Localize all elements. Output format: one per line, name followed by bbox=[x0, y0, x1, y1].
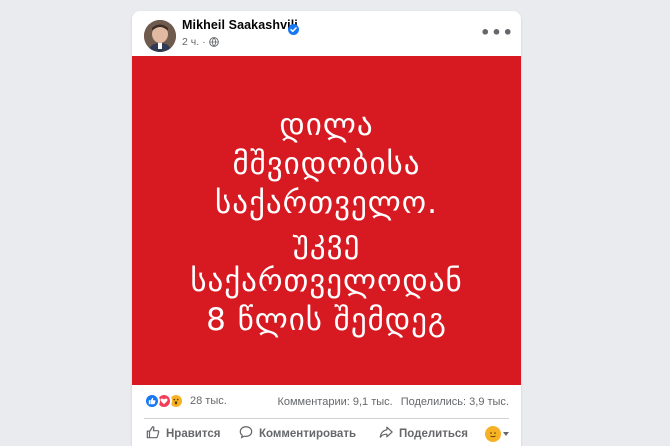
post-text-line: 8 წლის შემდეგ bbox=[206, 301, 447, 338]
post-text-line: უკვე bbox=[292, 223, 361, 260]
post-card: Mikheil Saakashvili 2 ч. · ••• დილა მშვი… bbox=[132, 11, 521, 446]
post-text-line: მშვიდობისა bbox=[232, 145, 421, 182]
thumbs-up-icon bbox=[146, 425, 160, 442]
reactions-count[interactable]: 28 тыс. bbox=[190, 395, 227, 407]
share-label: Поделиться bbox=[399, 427, 469, 440]
post-image[interactable]: დილა მშვიდობისა საქართველო. უკვე საქართვ… bbox=[132, 56, 521, 385]
author-avatar[interactable] bbox=[144, 20, 176, 52]
post-text-line: დილა bbox=[279, 106, 374, 143]
reactions-summary[interactable]: 28 тыс. bbox=[144, 393, 227, 409]
meta-separator: · bbox=[202, 36, 206, 48]
globe-icon bbox=[208, 37, 219, 47]
more-options-icon[interactable]: ••• bbox=[480, 25, 513, 41]
post-meta: 2 ч. · bbox=[182, 36, 219, 48]
post-text-line: საქართველოდან bbox=[190, 262, 463, 299]
chevron-down-icon bbox=[503, 431, 509, 436]
comments-count[interactable]: Комментарии: 9,1 тыс. bbox=[277, 396, 392, 408]
verified-badge-icon bbox=[288, 20, 299, 35]
like-label: Нравится bbox=[166, 427, 221, 440]
shares-count[interactable]: Поделились: 3,9 тыс. bbox=[401, 396, 509, 408]
share-button[interactable]: Поделиться bbox=[379, 421, 468, 446]
emoji-face-icon bbox=[485, 425, 501, 442]
engagement-counts: Комментарии: 9,1 тыс. Поделились: 3,9 ты… bbox=[277, 396, 509, 408]
post-actions: Нравится Комментировать Поделиться bbox=[144, 421, 509, 446]
like-button[interactable]: Нравится bbox=[146, 421, 220, 446]
post-time[interactable]: 2 ч. bbox=[182, 36, 199, 48]
share-icon bbox=[379, 425, 393, 442]
comment-icon bbox=[239, 425, 253, 442]
post-text-line: საქართველო. bbox=[215, 184, 438, 221]
like-reaction-icon bbox=[144, 393, 160, 409]
comment-button[interactable]: Комментировать bbox=[239, 421, 356, 446]
comment-label: Комментировать bbox=[259, 427, 357, 440]
reaction-profile-selector[interactable] bbox=[485, 425, 509, 442]
post-stats: 28 тыс. Комментарии: 9,1 тыс. Поделились… bbox=[144, 385, 509, 419]
post-header: Mikheil Saakashvili 2 ч. · ••• bbox=[132, 11, 521, 56]
author-name[interactable]: Mikheil Saakashvili bbox=[182, 18, 298, 32]
